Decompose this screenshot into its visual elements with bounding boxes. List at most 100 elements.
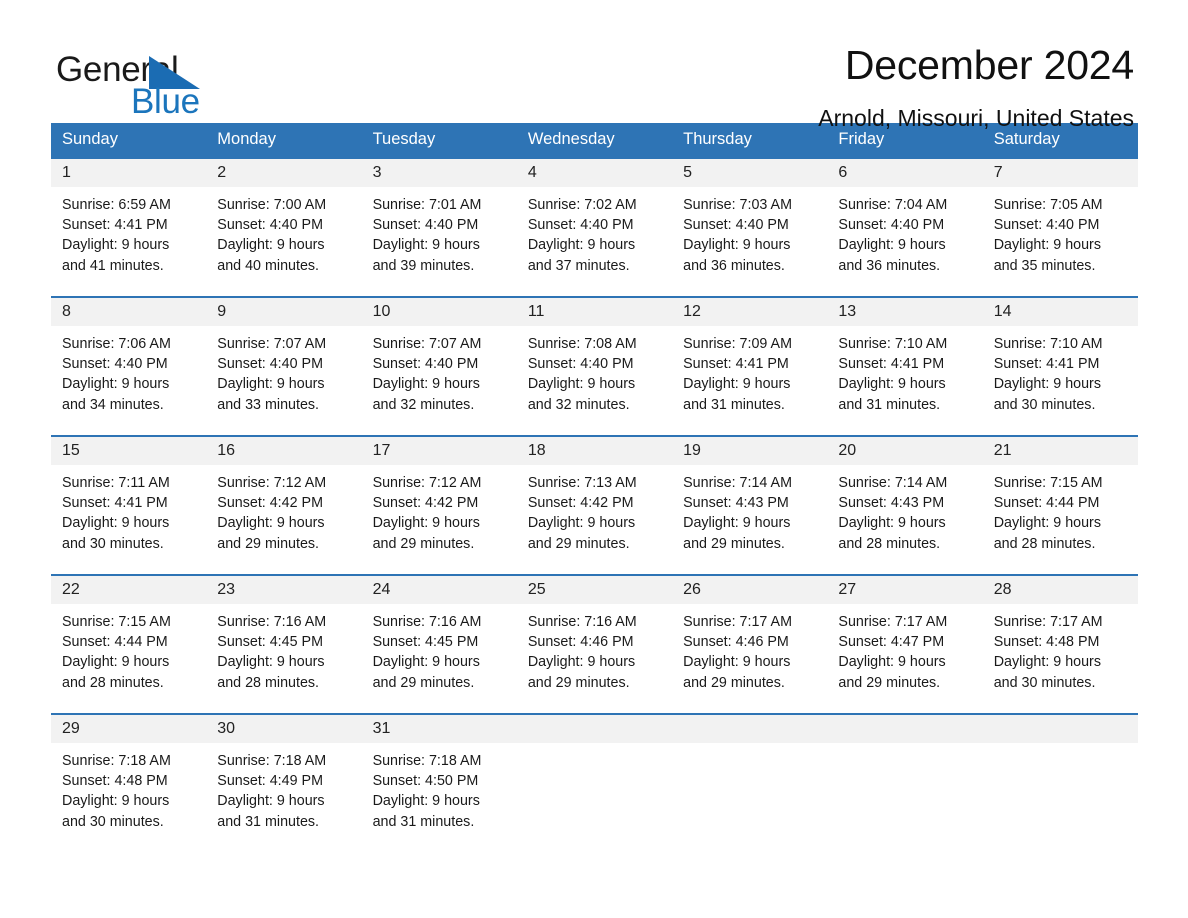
calendar-day-cell[interactable]: 16 Sunrise: 7:12 AM Sunset: 4:42 PM Dayligh… (206, 435, 362, 561)
calendar-day-cell[interactable]: 31 Sunrise: 7:18 AM Sunset: 4:50 PM Dayligh… (361, 713, 517, 839)
calendar-day-cell (982, 713, 1138, 839)
sunset-text: Sunset: 4:49 PM (217, 773, 323, 790)
calendar-week-row: 29 Sunrise: 7:18 AM Sunset: 4:48 PM Dayligh… (51, 713, 1138, 839)
calendar-day-cell[interactable]: 26 Sunrise: 7:17 AM Sunset: 4:46 PM Dayligh… (672, 574, 828, 700)
sunrise-text: Sunrise: 7:04 AM (838, 197, 948, 213)
sunset-text: Sunset: 4:42 PM (527, 495, 634, 512)
page-title: December 2024 (844, 42, 1134, 88)
day-details: Sunrise: 7:03 AM Sunset: 4:40 PM Daylight:… (672, 187, 827, 282)
sunset-text: Sunset: 4:48 PM (62, 773, 168, 790)
calendar-day-cell[interactable]: 7 Sunrise: 7:05 AM Sunset: 4:40 PM Daylight… (982, 157, 1138, 283)
day-cell-11: 11 Sunrise: 7:08 AM Sunset: 4:40 PM Dayligh… (516, 298, 673, 422)
day-number: 24 (361, 576, 517, 604)
calendar-day-cell[interactable]: 17 Sunrise: 7:12 AM Sunset: 4:42 PM Dayligh… (361, 435, 517, 561)
day-cell-23: 23 Sunrise: 7:16 AM Sunset: 4:45 PM Dayligh… (206, 576, 362, 700)
daylight-text-line1: Daylight: 9 hours (993, 376, 1101, 393)
calendar-day-cell[interactable]: 6 Sunrise: 7:04 AM Sunset: 4:40 PM Daylight… (827, 157, 983, 283)
calendar-day-cell[interactable]: 11 Sunrise: 7:08 AM Sunset: 4:40 PM Dayligh… (516, 296, 673, 422)
day-number: 21 (982, 437, 1138, 465)
sunrise-text: Sunrise: 7:10 AM (993, 336, 1103, 352)
day-number: 18 (516, 437, 673, 465)
day-details: Sunrise: 7:10 AM Sunset: 4:41 PM Daylight:… (983, 326, 1138, 421)
day-details: Sunrise: 7:17 AM Sunset: 4:47 PM Daylight:… (827, 604, 982, 699)
day-cell-25: 25 Sunrise: 7:16 AM Sunset: 4:46 PM Dayligh… (516, 576, 673, 700)
sunset-text: Sunset: 4:43 PM (838, 495, 945, 512)
daylight-text-line2: and 33 minutes. (217, 396, 320, 413)
day-number: 10 (361, 298, 517, 326)
day-cell-7: 7 Sunrise: 7:05 AM Sunset: 4:40 PM Daylight… (982, 159, 1138, 283)
calendar-day-cell[interactable]: 8 Sunrise: 7:06 AM Sunset: 4:40 PM Daylight… (51, 296, 207, 422)
sunset-text: Sunset: 4:41 PM (838, 356, 945, 373)
daylight-text-line1: Daylight: 9 hours (993, 515, 1101, 532)
daylight-text-line1: Daylight: 9 hours (217, 793, 325, 810)
day-cell-28: 28 Sunrise: 7:17 AM Sunset: 4:48 PM Dayligh… (982, 576, 1138, 700)
calendar-day-cell[interactable]: 30 Sunrise: 7:18 AM Sunset: 4:49 PM Dayligh… (206, 713, 362, 839)
daylight-text-line2: and 39 minutes. (372, 257, 475, 274)
daylight-text-line2: and 36 minutes. (838, 257, 941, 274)
day-details: Sunrise: 7:04 AM Sunset: 4:40 PM Daylight:… (827, 187, 982, 282)
day-cell-13: 13 Sunrise: 7:10 AM Sunset: 4:41 PM Dayligh… (827, 298, 983, 422)
calendar-day-cell[interactable]: 23 Sunrise: 7:16 AM Sunset: 4:45 PM Dayligh… (206, 574, 362, 700)
logo-text-blue: Blue (131, 82, 200, 121)
day-number (982, 715, 1138, 743)
calendar-day-cell[interactable]: 4 Sunrise: 7:02 AM Sunset: 4:40 PM Daylight… (516, 157, 673, 283)
daylight-text-line2: and 31 minutes. (217, 813, 320, 830)
day-details: Sunrise: 7:13 AM Sunset: 4:42 PM Daylight:… (517, 465, 672, 560)
day-cell-9: 9 Sunrise: 7:07 AM Sunset: 4:40 PM Daylight… (206, 298, 362, 422)
day-details: Sunrise: 7:15 AM Sunset: 4:44 PM Daylight:… (51, 604, 206, 699)
week-spacer (51, 283, 1138, 297)
calendar-day-cell[interactable]: 29 Sunrise: 7:18 AM Sunset: 4:48 PM Dayligh… (51, 713, 207, 839)
calendar-day-cell[interactable]: 28 Sunrise: 7:17 AM Sunset: 4:48 PM Dayligh… (982, 574, 1138, 700)
calendar-day-cell[interactable]: 24 Sunrise: 7:16 AM Sunset: 4:45 PM Dayligh… (361, 574, 517, 700)
day-number: 4 (516, 159, 673, 187)
calendar-day-cell[interactable]: 13 Sunrise: 7:10 AM Sunset: 4:41 PM Dayligh… (827, 296, 983, 422)
daylight-text-line2: and 30 minutes. (993, 674, 1096, 691)
calendar-day-cell[interactable]: 2 Sunrise: 7:00 AM Sunset: 4:40 PM Daylight… (206, 157, 362, 283)
day-number: 5 (672, 159, 828, 187)
calendar-day-cell[interactable]: 3 Sunrise: 7:01 AM Sunset: 4:40 PM Daylight… (361, 157, 517, 283)
daylight-text-line1: Daylight: 9 hours (838, 515, 946, 532)
calendar-day-cell[interactable]: 21 Sunrise: 7:15 AM Sunset: 4:44 PM Dayligh… (982, 435, 1138, 561)
daylight-text-line2: and 40 minutes. (217, 257, 320, 274)
daylight-text-line2: and 29 minutes. (683, 535, 785, 552)
daylight-text-line2: and 31 minutes. (372, 813, 475, 830)
daylight-text-line1: Daylight: 9 hours (62, 515, 170, 532)
sunset-text: Sunset: 4:41 PM (62, 495, 168, 512)
calendar-day-cell[interactable]: 22 Sunrise: 7:15 AM Sunset: 4:44 PM Dayligh… (51, 574, 207, 700)
calendar-day-cell[interactable]: 27 Sunrise: 7:17 AM Sunset: 4:47 PM Dayligh… (827, 574, 983, 700)
sunrise-text: Sunrise: 7:18 AM (217, 753, 327, 769)
calendar-day-cell[interactable]: 9 Sunrise: 7:07 AM Sunset: 4:40 PM Daylight… (206, 296, 362, 422)
generalblue-logo[interactable]: General Blue (56, 44, 256, 119)
day-number: 17 (361, 437, 517, 465)
daylight-text-line2: and 37 minutes. (527, 257, 630, 274)
daylight-text-line1: Daylight: 9 hours (683, 515, 791, 532)
calendar-day-cell (516, 713, 673, 839)
sunrise-text: Sunrise: 7:03 AM (683, 197, 792, 213)
calendar-day-cell[interactable]: 15 Sunrise: 7:11 AM Sunset: 4:41 PM Dayligh… (51, 435, 207, 561)
calendar-day-cell[interactable]: 12 Sunrise: 7:09 AM Sunset: 4:41 PM Dayligh… (672, 296, 828, 422)
sunset-text: Sunset: 4:40 PM (527, 356, 634, 373)
sunset-text: Sunset: 4:44 PM (62, 634, 168, 651)
calendar-week-row: 1 Sunrise: 6:59 AM Sunset: 4:41 PM Daylight… (51, 157, 1138, 283)
calendar-day-cell[interactable]: 14 Sunrise: 7:10 AM Sunset: 4:41 PM Dayligh… (982, 296, 1138, 422)
calendar-day-cell[interactable]: 25 Sunrise: 7:16 AM Sunset: 4:46 PM Dayligh… (516, 574, 673, 700)
day-details: Sunrise: 7:08 AM Sunset: 4:40 PM Daylight:… (517, 326, 672, 421)
calendar-day-cell[interactable]: 10 Sunrise: 7:07 AM Sunset: 4:40 PM Dayligh… (361, 296, 517, 422)
calendar-day-cell[interactable]: 20 Sunrise: 7:14 AM Sunset: 4:43 PM Dayligh… (827, 435, 983, 561)
day-number: 28 (982, 576, 1138, 604)
day-cell-4: 4 Sunrise: 7:02 AM Sunset: 4:40 PM Daylight… (516, 159, 673, 283)
sunset-text: Sunset: 4:46 PM (527, 634, 634, 651)
week-spacer-cell (51, 561, 1138, 575)
calendar-day-cell[interactable]: 19 Sunrise: 7:14 AM Sunset: 4:43 PM Dayligh… (672, 435, 828, 561)
day-cell-19: 19 Sunrise: 7:14 AM Sunset: 4:43 PM Dayligh… (672, 437, 828, 561)
day-number: 13 (827, 298, 983, 326)
calendar-day-cell[interactable]: 18 Sunrise: 7:13 AM Sunset: 4:42 PM Dayligh… (516, 435, 673, 561)
calendar-day-cell[interactable]: 5 Sunrise: 7:03 AM Sunset: 4:40 PM Daylight… (672, 157, 828, 283)
sunrise-text: Sunrise: 7:11 AM (62, 475, 170, 491)
calendar-day-cell[interactable]: 1 Sunrise: 6:59 AM Sunset: 4:41 PM Daylight… (51, 157, 207, 283)
day-cell-14: 14 Sunrise: 7:10 AM Sunset: 4:41 PM Dayligh… (982, 298, 1138, 422)
page-header: General Blue December 2024 Arnold, Misso… (0, 0, 1188, 131)
sunset-text: Sunset: 4:41 PM (683, 356, 789, 373)
sunrise-text: Sunrise: 7:09 AM (683, 336, 792, 352)
day-details: Sunrise: 7:00 AM Sunset: 4:40 PM Daylight:… (206, 187, 361, 282)
